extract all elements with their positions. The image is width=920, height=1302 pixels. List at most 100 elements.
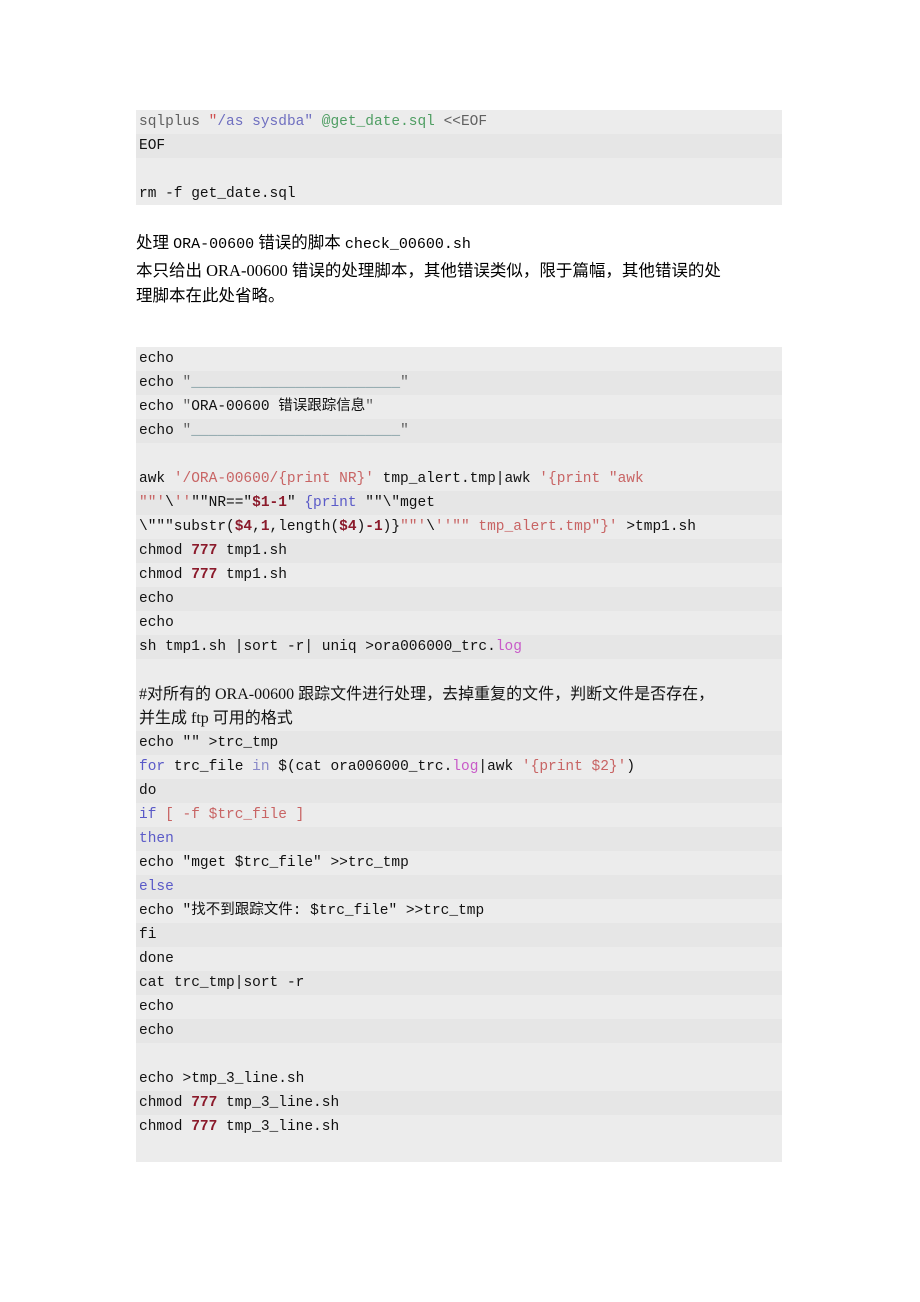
done-keyword: done [139, 951, 174, 967]
echo-cmd: echo [139, 423, 174, 439]
permission-value: 777 [191, 1095, 218, 1111]
awk-field-4: $4 [339, 519, 357, 535]
redirect-tmp1: >tmp1.sh [626, 519, 696, 535]
empty-quotes: ″″ [182, 735, 200, 751]
trc-log-ext: log [495, 639, 522, 655]
quote-close: ″ [400, 423, 409, 439]
quote-open: ″ [182, 423, 192, 439]
target-file: tmp1.sh [226, 543, 287, 559]
alert-file: tmp_alert.tmp [382, 471, 496, 487]
echo-cmd: echo [139, 999, 174, 1015]
script-file: tmp1.sh [165, 639, 227, 655]
trc-tmp-file: trc_tmp [347, 855, 409, 871]
awk-program-1: '/ORA-00600/{print NR}' [173, 471, 374, 487]
awk-quote: ″ [286, 495, 296, 511]
code-line-echo-rule: echo ″________________________″ [136, 419, 782, 443]
comment-text: 并生成 ftp 可用的格式 [139, 710, 293, 727]
pipe: | [304, 639, 314, 655]
horizontal-rule-text: ________________________ [191, 375, 401, 391]
subshell-open: $( [278, 759, 296, 775]
title-cn: 错误跟踪信息 [278, 399, 366, 415]
code-line-cat-sort: cat trc_tmp|sort -r [136, 971, 782, 995]
comma: , [252, 519, 261, 535]
echo-cmd: echo [139, 1071, 174, 1087]
trc-log-base: ora006000_trc. [373, 639, 496, 655]
echo-cmd: echo [139, 591, 174, 607]
awk-close: )} [382, 519, 401, 535]
code-line-if: if [ -f $trc_file ] [136, 803, 782, 827]
intro-error-code: ORA-00600 [173, 236, 255, 253]
mget-string: ″mget $trc_file″ [182, 855, 322, 871]
code-line-echo-mget: echo ″mget $trc_file″ >>trc_tmp [136, 851, 782, 875]
notfound-string: ″ [182, 903, 192, 919]
code-line-then: then [136, 827, 782, 851]
code-line-for-loop: for trc_file in $(cat ora006000_trc.log|… [136, 755, 782, 779]
uniq-cmd: uniq [321, 639, 357, 655]
eof-marker: EOF [139, 138, 166, 154]
script-intro-paragraph: 处理 ORA-00600 错误的脚本 check_00600.sh 本只给出 O… [136, 230, 786, 309]
awk-field-expr: $1-1 [252, 495, 287, 511]
cat-cmd: cat [139, 975, 166, 991]
trc-tmp-file: trc_tmp [217, 735, 279, 751]
error-code: ORA-00600 [191, 399, 270, 415]
test-expression: [ -f $trc_file ] [165, 807, 305, 823]
echo-cmd: echo [139, 855, 174, 871]
intro-line-3: 理脚本在此处省略。 [136, 286, 285, 305]
notfound-cn: 找不到跟踪文件: [191, 903, 311, 919]
trc-tmp-file: trc_tmp [173, 975, 235, 991]
intro-filename: check_00600.sh [344, 236, 471, 253]
awk-quotes: ″″' [400, 519, 427, 535]
quote-open: ″ [182, 375, 192, 391]
code-line-chmod: chmod 777 tmp_3_line.sh [136, 1091, 782, 1115]
comment-text: #对所有的 ORA-00600 跟踪文件进行处理，去掉重复的文件，判断文件是否存… [139, 686, 715, 703]
awk-substr-expr: \″″″substr( [139, 519, 235, 535]
awk-cmd: awk [139, 471, 166, 487]
sql-script-path: @get_date.sql [321, 114, 435, 130]
code-line-echo-trctmp: echo ″″ >trc_tmp [136, 731, 782, 755]
awk-quotes: ''″″ [434, 519, 470, 535]
awk-cmd: awk [487, 759, 514, 775]
quote-close: ″ [400, 375, 409, 391]
code-line-awk-2: ″″'\''″″NR==″$1-1″ {print ″″\″mget [136, 491, 782, 515]
awk-length-call: length( [278, 519, 340, 535]
backslash: \ [426, 519, 435, 535]
tmp3-file: tmp_3_line.sh [191, 1071, 305, 1087]
redirect-out: > [365, 639, 374, 655]
sort-cmd: sort -r [243, 639, 305, 655]
do-keyword: do [139, 783, 157, 799]
alert-file-quoted: tmp_alert.tmp″}' [478, 519, 618, 535]
then-keyword: then [139, 831, 174, 847]
code-line-echo: echo [136, 587, 782, 611]
awk-num-1: 1 [260, 519, 270, 535]
quote-open: ″ [182, 399, 192, 415]
in-keyword: in [252, 759, 270, 775]
awk-minus-1: -1 [365, 519, 383, 535]
target-file: tmp_3_line.sh [226, 1095, 340, 1111]
sh-cmd: sh [139, 639, 157, 655]
chmod-cmd: chmod [139, 1119, 183, 1135]
echo-cmd: echo [139, 351, 174, 367]
code-line-fi: fi [136, 923, 782, 947]
code-line-awk-1: awk '/ORA-00600/{print NR}' tmp_alert.tm… [136, 467, 782, 491]
trc-log-ext: log [452, 759, 479, 775]
trc-file-var: $trc_file [310, 903, 389, 919]
trc-log-base: ora006000_trc. [330, 759, 453, 775]
permission-value: 777 [191, 1119, 218, 1135]
redirect-out: > [182, 1071, 192, 1087]
awk-cmd: awk [504, 471, 531, 487]
code-line-sh-pipeline: sh tmp1.sh |sort -r| uniq >ora006000_trc… [136, 635, 782, 659]
permission-value: 777 [191, 543, 218, 559]
code-line-echo: echo [136, 347, 782, 371]
code-line-chmod: chmod 777 tmp_3_line.sh [136, 1115, 782, 1139]
echo-cmd: echo [139, 903, 174, 919]
awk-quotes: '' [173, 495, 192, 511]
awk-field-4: $4 [234, 519, 253, 535]
chmod-cmd: chmod [139, 543, 183, 559]
heredoc-marker: <<EOF [434, 114, 488, 130]
code-line-else: else [136, 875, 782, 899]
subshell-close: ) [626, 759, 636, 775]
